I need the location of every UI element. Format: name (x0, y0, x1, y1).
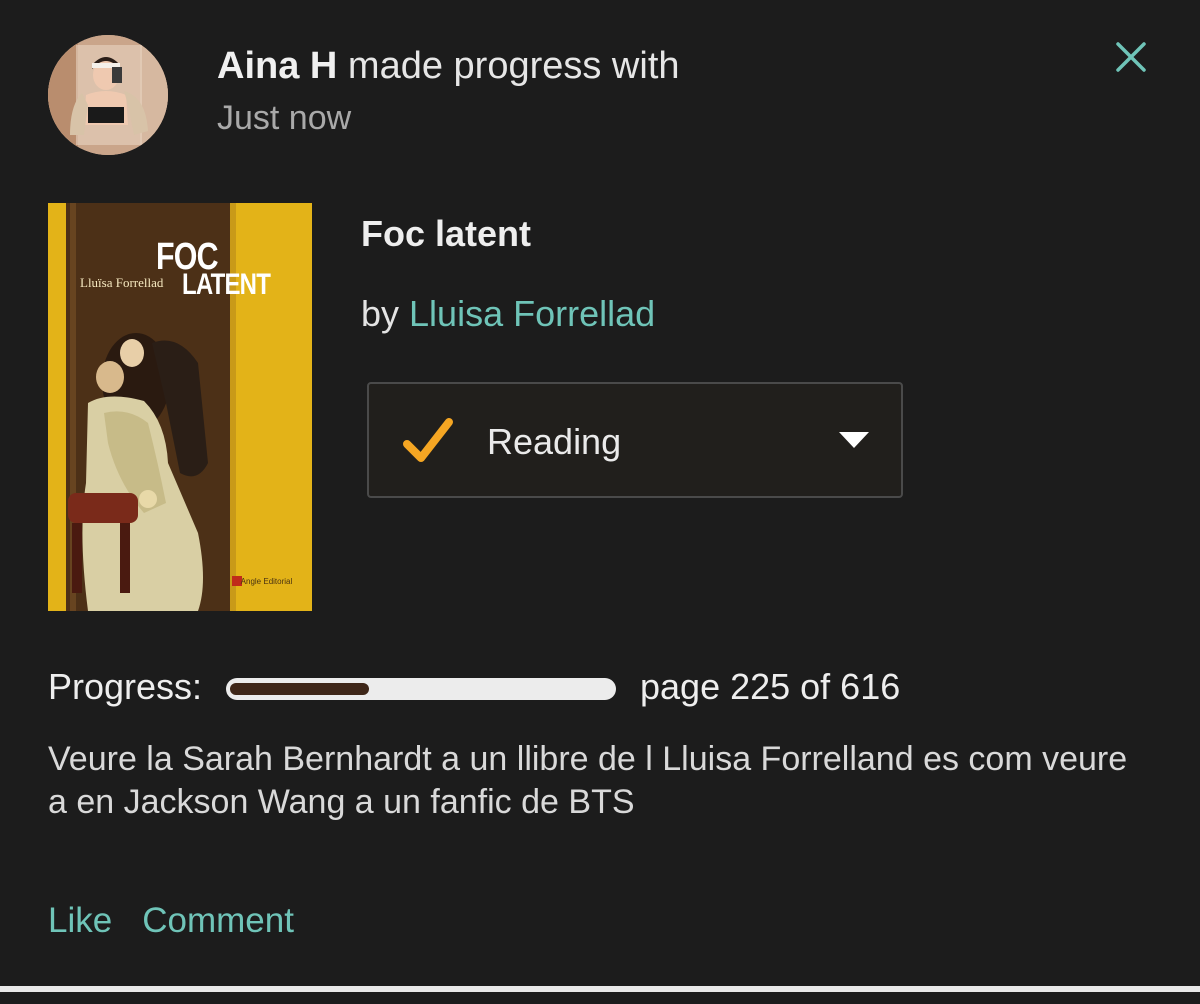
progress-bar-fill (230, 683, 369, 695)
book-title[interactable]: Foc latent (361, 210, 531, 258)
activity-timestamp: Just now (217, 99, 352, 137)
activity-headline: Aina H made progress with (217, 40, 680, 92)
cover-title-line-2: LATENT (182, 268, 271, 301)
book-author-line: by Lluisa Forrellad (361, 290, 655, 338)
activity-action-text: made progress with (337, 45, 680, 87)
progress-label: Progress: (48, 666, 203, 707)
cover-author: Lluïsa Forrellad (80, 275, 164, 290)
checkmark-icon (401, 414, 457, 470)
close-icon[interactable] (1108, 34, 1154, 80)
caret-down-icon (839, 432, 869, 450)
book-cover[interactable]: FOC LATENT Lluïsa Forrellad Angle Editor… (48, 203, 312, 611)
avatar[interactable] (48, 35, 168, 155)
shelf-status-dropdown[interactable]: Reading (367, 382, 903, 498)
cover-publisher: Angle Editorial (240, 577, 293, 586)
status-comment-text: Veure la Sarah Bernhardt a un llibre de … (48, 740, 1128, 821)
next-card-edge (0, 992, 1200, 1004)
progress-bar (226, 678, 616, 700)
user-name[interactable]: Aina H (217, 45, 337, 87)
like-button[interactable]: Like (48, 901, 112, 940)
shelf-status-label: Reading (487, 421, 622, 462)
comment-button[interactable]: Comment (142, 901, 294, 940)
progress-page-text: page 225 of 616 (640, 666, 901, 707)
activity-actions: Like Comment (48, 898, 324, 944)
author-link[interactable]: Lluisa Forrellad (409, 293, 655, 334)
by-prefix: by (361, 293, 410, 334)
avatar-photo (48, 35, 168, 155)
activity-card: Aina H made progress with Just now FOC L… (0, 0, 1200, 986)
